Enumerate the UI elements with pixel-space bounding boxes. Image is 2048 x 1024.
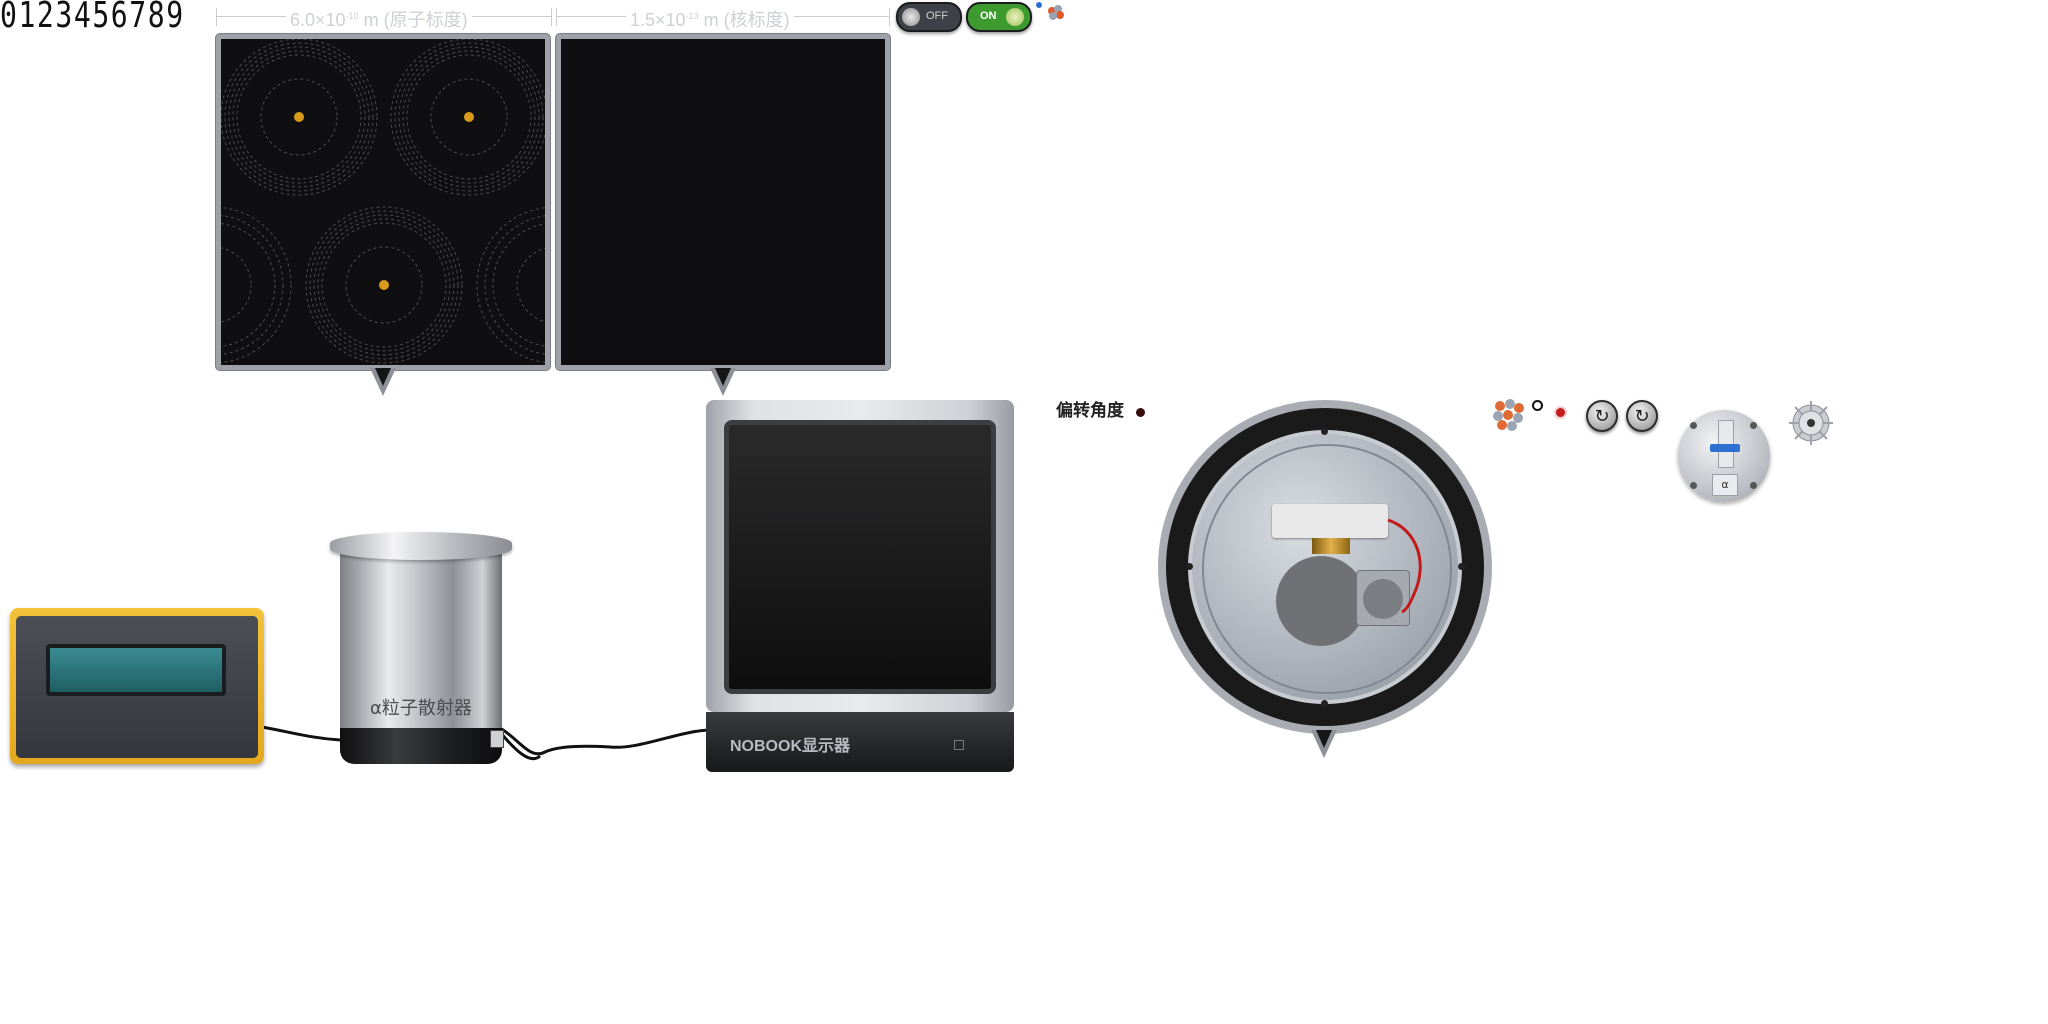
atomic-scale-ruler: 6.0×10-10 m (原子标度) xyxy=(216,6,552,32)
gold-atom-cluster-icon[interactable] xyxy=(1490,396,1528,436)
toggle-knob xyxy=(902,8,920,26)
nuclear-scale-view xyxy=(556,34,890,370)
rotate-right-button[interactable]: ↻ xyxy=(1626,400,1658,432)
on-toggle[interactable]: ON xyxy=(966,2,1032,32)
red-indicator-dot xyxy=(1556,408,1565,417)
nucleus-dot xyxy=(379,280,389,290)
detector-wire xyxy=(1387,518,1422,614)
nucleus-dot xyxy=(464,112,474,122)
alpha-source-dial[interactable]: α xyxy=(1678,410,1770,502)
nuclear-view-pointer xyxy=(710,368,736,396)
atomic-view-pointer xyxy=(370,368,396,396)
atom-orbit-field xyxy=(221,39,545,364)
gear-icon[interactable] xyxy=(1788,400,1834,446)
toggle-knob xyxy=(1006,8,1024,26)
nuclear-scale-ruler: 1.5×10-13 m (核标度) xyxy=(556,6,890,32)
electron-dot-icon xyxy=(1036,2,1042,8)
chamber-pointer xyxy=(1311,730,1337,758)
alpha-scatterer[interactable]: α粒子散射器 xyxy=(340,554,502,730)
scatterer-base xyxy=(340,728,502,764)
ruler-end-tick xyxy=(889,8,890,26)
display-brand: NOBOOK显示器 xyxy=(730,738,851,755)
nuclear-scale-label: 1.5×10-13 m (核标度) xyxy=(626,6,794,32)
atomic-scale-view xyxy=(216,34,550,370)
counter-lcd xyxy=(46,644,226,696)
rotate-icon: ↻ xyxy=(1594,405,1610,427)
scatterer-lid xyxy=(330,532,512,560)
ring-indicator xyxy=(1532,400,1543,411)
ruler-start-tick xyxy=(556,8,557,26)
scatterer-label: α粒子散射器 xyxy=(370,698,472,719)
off-toggle[interactable]: OFF xyxy=(896,2,962,32)
rotation-chamber[interactable] xyxy=(1158,400,1492,734)
alpha-counter-device[interactable] xyxy=(10,608,264,764)
on-label: ON xyxy=(980,10,997,22)
display-screen xyxy=(724,420,996,694)
off-label: OFF xyxy=(926,10,948,22)
counter-face xyxy=(16,616,258,758)
rotate-icon: ↻ xyxy=(1634,405,1650,427)
digit-strip: 0123456789 xyxy=(0,0,185,36)
alpha-source-label: α xyxy=(1712,474,1738,496)
scatterer-connector xyxy=(490,730,504,748)
display-base: NOBOOK显示器 xyxy=(706,712,1014,772)
deflection-indicator-dot xyxy=(1136,408,1145,417)
nucleus-cluster-icon[interactable] xyxy=(1044,2,1068,22)
rotate-left-button[interactable]: ↻ xyxy=(1586,400,1618,432)
ruler-end-tick xyxy=(551,8,552,26)
source-beam xyxy=(1710,444,1740,452)
ruler-start-tick xyxy=(216,8,217,26)
power-light[interactable] xyxy=(954,740,964,750)
nucleus-dot xyxy=(294,112,304,122)
nobook-display xyxy=(706,400,1014,712)
atomic-scale-label: 6.0×10-10 m (原子标度) xyxy=(286,6,472,32)
deflection-angle-label: 偏转角度 xyxy=(1056,401,1124,421)
